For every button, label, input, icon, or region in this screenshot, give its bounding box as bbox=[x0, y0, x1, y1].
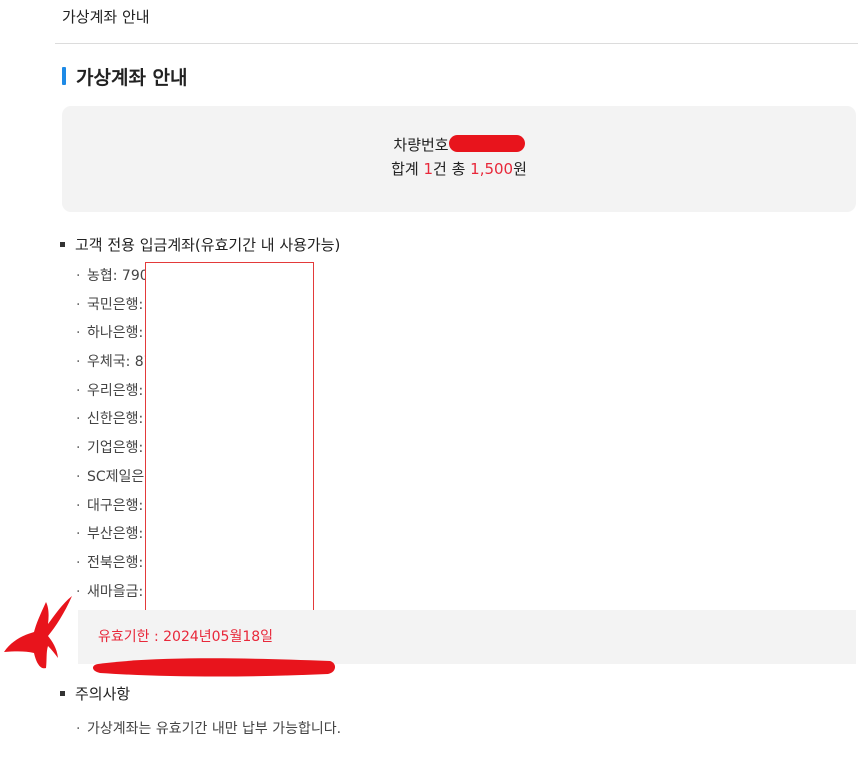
dot-bullet-icon: · bbox=[76, 354, 81, 371]
expiry-panel: 유효기한 : 2024년05월18일 bbox=[78, 610, 856, 664]
list-item: · 신한은행: bbox=[76, 405, 153, 434]
total-label: 합계 bbox=[391, 160, 419, 178]
dot-bullet-icon: · bbox=[76, 583, 81, 600]
list-item: · 부산은행: bbox=[76, 520, 153, 549]
bank-label: 대구은행: bbox=[87, 497, 144, 514]
bank-label: 농협: 790 bbox=[87, 268, 149, 284]
accounts-heading-text: 고객 전용 입금계좌(유효기간 내 사용가능) bbox=[75, 236, 341, 254]
dot-bullet-icon: · bbox=[76, 721, 81, 737]
notice-text: 가상계좌는 유효기간 내만 납부 가능합니다. bbox=[87, 721, 342, 737]
expiry-date: 유효기한 : 2024년05월18일 bbox=[98, 629, 274, 645]
notice-heading: 주의사항 bbox=[60, 683, 130, 704]
bank-label: 우체국: 87 bbox=[87, 354, 153, 371]
payment-summary-box: 차량번호 합계 1건 총 1,500원 bbox=[62, 106, 856, 212]
bank-label: 국민은행: bbox=[87, 296, 144, 313]
list-item: · 농협: 790 bbox=[76, 262, 153, 291]
account-numbers-redaction bbox=[145, 262, 314, 615]
plate-number-line: 차량번호 bbox=[62, 134, 856, 155]
dot-bullet-icon: · bbox=[76, 497, 81, 514]
square-bullet-icon bbox=[60, 691, 65, 696]
list-item: · 우리은행: bbox=[76, 377, 153, 406]
section-accent-bar bbox=[62, 67, 66, 85]
list-item: · 우체국: 87 bbox=[76, 348, 153, 377]
list-item: · 새마을금: bbox=[76, 578, 153, 607]
total-count-unit: 건 총 bbox=[433, 160, 466, 178]
list-item: · 대구은행: bbox=[76, 492, 153, 521]
list-item: · 하나은행: bbox=[76, 319, 153, 348]
bank-label: 새마을금: bbox=[87, 583, 144, 600]
bank-label: 신한은행: bbox=[87, 411, 144, 428]
notice-heading-text: 주의사항 bbox=[75, 685, 131, 703]
bank-account-list: · 농협: 790 · 국민은행: · 하나은행: · 우체국: 87 · 우리은행: ·… bbox=[76, 262, 153, 606]
section-title: 가상계좌 안내 bbox=[76, 67, 188, 89]
dot-bullet-icon: · bbox=[76, 325, 81, 342]
total-currency: 원 bbox=[513, 160, 527, 178]
dot-bullet-icon: · bbox=[76, 382, 81, 399]
dot-bullet-icon: · bbox=[76, 411, 81, 428]
page-breadcrumb-title: 가상계좌 안내 bbox=[62, 8, 150, 26]
bank-label: 하나은행: bbox=[87, 325, 144, 342]
total-count: 1 bbox=[423, 160, 433, 178]
dot-bullet-icon: · bbox=[76, 526, 81, 543]
square-bullet-icon bbox=[60, 242, 65, 247]
bank-label: 부산은행: bbox=[87, 526, 144, 543]
dot-bullet-icon: · bbox=[76, 268, 81, 284]
total-line: 합계 1건 총 1,500원 bbox=[62, 158, 856, 179]
list-item: · 전북은행: bbox=[76, 549, 153, 578]
accounts-heading: 고객 전용 입금계좌(유효기간 내 사용가능) bbox=[60, 234, 340, 255]
total-amount: 1,500 bbox=[470, 160, 514, 178]
list-item: · 기업은행: bbox=[76, 434, 153, 463]
header-divider bbox=[55, 43, 858, 44]
bank-label: SC제일은 bbox=[87, 468, 145, 485]
list-item: · SC제일은 bbox=[76, 463, 153, 492]
notice-list-item: · 가상계좌는 유효기간 내만 납부 가능합니다. bbox=[76, 718, 341, 738]
list-item: · 국민은행: bbox=[76, 291, 153, 320]
dot-bullet-icon: · bbox=[76, 468, 81, 485]
plate-number-redaction bbox=[448, 135, 525, 152]
dot-bullet-icon: · bbox=[76, 554, 81, 571]
bank-label: 전북은행: bbox=[87, 554, 144, 571]
bank-label: 기업은행: bbox=[87, 440, 144, 457]
dot-bullet-icon: · bbox=[76, 296, 81, 313]
dot-bullet-icon: · bbox=[76, 440, 81, 457]
bank-label: 우리은행: bbox=[87, 382, 144, 399]
plate-number-label: 차량번호 bbox=[393, 136, 449, 154]
annotation-star-mark bbox=[4, 596, 72, 669]
